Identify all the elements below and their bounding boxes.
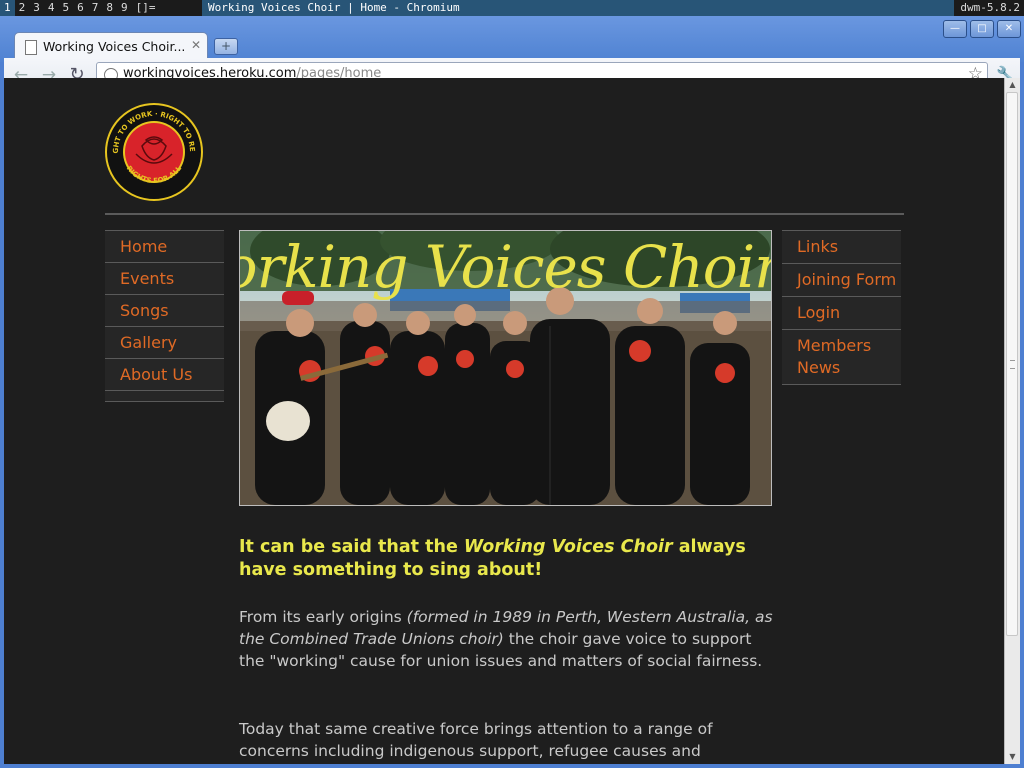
choir-logo[interactable]: RIGHT TO WORK · RIGHT TO REST RIGHTS FOR… bbox=[104, 102, 204, 202]
dwm-tag-3[interactable]: 3 bbox=[29, 0, 44, 16]
close-window-button[interactable]: ✕ bbox=[997, 20, 1021, 38]
intro-paragraph: From its early origins (formed in 1989 i… bbox=[239, 606, 779, 672]
scroll-down-arrow-icon[interactable]: ▼ bbox=[1005, 750, 1020, 764]
minimize-button[interactable]: — bbox=[943, 20, 967, 38]
dwm-tag-8[interactable]: 8 bbox=[102, 0, 117, 16]
dwm-tag-9[interactable]: 9 bbox=[117, 0, 132, 16]
nav-home[interactable]: Home bbox=[105, 230, 224, 262]
dwm-tag-2[interactable]: 2 bbox=[15, 0, 30, 16]
nav-about-us[interactable]: About Us bbox=[105, 358, 224, 390]
dwm-tag-7[interactable]: 7 bbox=[88, 0, 103, 16]
second-paragraph: Today that same creative force brings at… bbox=[239, 720, 713, 760]
nav-events[interactable]: Events bbox=[105, 262, 224, 294]
nav-members-news[interactable]: Members News bbox=[782, 329, 901, 384]
dwm-tag-5[interactable]: 5 bbox=[59, 0, 74, 16]
para1-text-1: From its early origins bbox=[239, 608, 407, 626]
dwm-window-title: Working Voices Choir | Home - Chromium bbox=[202, 0, 954, 16]
dwm-status-text: dwm-5.8.2 bbox=[956, 0, 1024, 16]
nav-joining-form[interactable]: Joining Form bbox=[782, 263, 901, 296]
dwm-tag-1[interactable]: 1 bbox=[0, 0, 15, 16]
page-scrollbar[interactable]: ▲ ▼ bbox=[1004, 78, 1020, 764]
tab-title: Working Voices Choir... bbox=[43, 39, 186, 54]
dwm-layout-symbol[interactable]: []= bbox=[132, 0, 160, 16]
close-tab-icon[interactable]: ✕ bbox=[191, 38, 201, 52]
dwm-tag-6[interactable]: 6 bbox=[73, 0, 88, 16]
new-tab-button[interactable]: + bbox=[214, 38, 238, 55]
page-icon bbox=[25, 40, 37, 55]
nav-login[interactable]: Login bbox=[782, 296, 901, 329]
browser-tab-active[interactable]: Working Voices Choir... ✕ bbox=[14, 32, 208, 61]
nav-links[interactable]: Links bbox=[782, 230, 901, 263]
dwm-tag-4[interactable]: 4 bbox=[44, 0, 59, 16]
nav-gallery[interactable]: Gallery bbox=[105, 326, 224, 358]
scroll-grip bbox=[1010, 360, 1015, 369]
lead-text-1: It can be said that the bbox=[239, 537, 464, 557]
header-divider bbox=[105, 213, 904, 215]
scroll-thumb[interactable] bbox=[1006, 92, 1018, 636]
left-nav-footer bbox=[105, 390, 224, 402]
page-viewport: RIGHT TO WORK · RIGHT TO REST RIGHTS FOR… bbox=[4, 78, 1004, 764]
left-nav: Home Events Songs Gallery About Us bbox=[105, 230, 224, 402]
maximize-button[interactable]: □ bbox=[970, 20, 994, 38]
banjo bbox=[266, 401, 310, 441]
banner-title: Working Voices Choir bbox=[240, 233, 772, 301]
nav-songs[interactable]: Songs bbox=[105, 294, 224, 326]
scroll-up-arrow-icon[interactable]: ▲ bbox=[1005, 78, 1020, 92]
dwm-status-bar: 1 2 3 4 5 6 7 8 9 []= Working Voices Choir | Home… bbox=[0, 0, 1024, 16]
banner-photo: Working Voices Choir bbox=[239, 230, 772, 506]
lead-choir-name: Working Voices Choir bbox=[463, 537, 673, 557]
right-nav: Links Joining Form Login Members News bbox=[782, 230, 901, 385]
lead-heading: It can be said that the Working Voices C… bbox=[239, 536, 799, 582]
right-nav-footer bbox=[782, 384, 901, 385]
